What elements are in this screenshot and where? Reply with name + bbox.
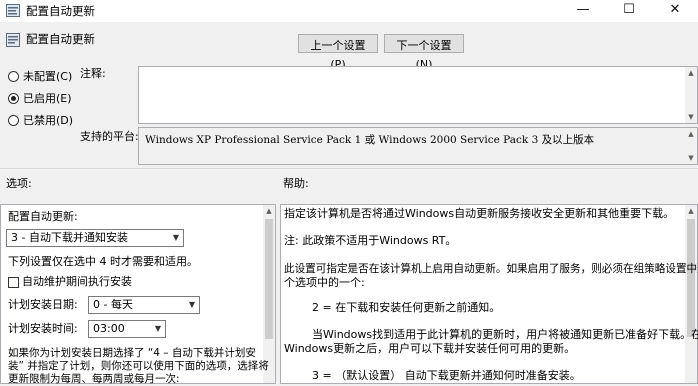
help-line-4: 个选项中的一个:	[284, 276, 365, 289]
previous-setting-button[interactable]: 上一个设置(P)	[298, 34, 378, 71]
help-line-3: 此设置可指定是否在该计算机上启用自动更新。如果启用了服务，则必须在组策略设置中选…	[284, 263, 698, 275]
setting-title: 配置自动更新	[26, 32, 95, 46]
platform-value: Windows XP Professional Service Pack 1 或…	[145, 134, 595, 146]
maintenance-label: 自动维护期间执行安装	[22, 275, 132, 288]
radio-disabled[interactable]: 已禁用(D)	[8, 112, 73, 128]
maximize-button[interactable]: ☐	[606, 0, 652, 22]
scroll-down-icon[interactable]: ▼	[685, 111, 697, 123]
platform-scrollbar[interactable]: ▲ ▼	[685, 128, 697, 164]
help-header: 帮助:	[283, 177, 309, 190]
platform-label: 支持的平台:	[80, 130, 139, 143]
radio-disabled-label: 已禁用(D)	[23, 114, 74, 127]
help-scrollbar[interactable]: ▲	[685, 205, 697, 383]
options-scrollbar[interactable]: ▲	[263, 205, 275, 383]
scroll-down-icon[interactable]: ▼	[685, 152, 697, 164]
chevron-down-icon: ▼	[172, 233, 179, 242]
radio-not-configured-label: 未配置(C)	[23, 70, 73, 83]
scroll-up-icon[interactable]: ▲	[685, 67, 697, 79]
policy-icon	[6, 4, 20, 17]
install-time-label: 计划安装时间:	[8, 322, 78, 335]
next-setting-button[interactable]: 下一个设置(N)	[384, 34, 464, 71]
options-header: 选项:	[6, 177, 32, 190]
options-note: 下列设置仅在选中 4 时才需要和适用。	[8, 255, 198, 268]
configure-updates-value: 3 - 自动下载并通知安装	[11, 231, 128, 244]
radio-not-configured[interactable]: 未配置(C)	[8, 68, 72, 84]
platform-box: Windows XP Professional Service Pack 1 或…	[138, 127, 698, 165]
scroll-up-icon[interactable]: ▲	[263, 205, 275, 217]
chevron-down-icon: ▼	[188, 300, 195, 309]
maintenance-checkbox-row[interactable]: 自动维护期间执行安装	[8, 275, 132, 289]
configure-updates-label: 配置自动更新:	[8, 210, 78, 223]
install-day-dropdown[interactable]: 0 - 每天 ▼	[88, 296, 200, 314]
install-day-label: 计划安装日期:	[8, 298, 78, 311]
install-day-value: 0 - 每天	[93, 298, 133, 311]
help-line-2: 注: 此政策不适用于Windows RT。	[284, 234, 457, 247]
help-pane: ▲	[280, 204, 698, 384]
chevron-down-icon: ▼	[154, 324, 161, 333]
minimize-button[interactable]: —	[560, 0, 606, 22]
window-title: 配置自动更新	[26, 4, 95, 18]
help-line-5: 2 = 在下载和安装任何更新之前通知。	[312, 301, 501, 314]
comment-label: 注释:	[80, 67, 106, 80]
options-footer-line-1: 如果你为计划安装日期选择了 “4 – 自动下载并计划安	[8, 347, 256, 359]
configure-updates-dropdown[interactable]: 3 - 自动下载并通知安装 ▼	[6, 229, 184, 247]
scroll-thumb[interactable]	[687, 219, 695, 337]
radio-circle[interactable]	[8, 114, 19, 126]
close-button[interactable]: ✕	[652, 0, 698, 22]
comment-scrollbar[interactable]: ▲ ▼	[685, 67, 697, 123]
scroll-thumb[interactable]	[265, 219, 273, 339]
options-footer-line-2: 装” 并指定了计划，则你还可以使用下面的选项，选择将	[8, 360, 269, 372]
scroll-up-icon[interactable]: ▲	[685, 128, 697, 140]
radio-enabled-label: 已启用(E)	[23, 92, 72, 105]
help-line-8: 3 = （默认设置） 自动下载更新并通知何时准备安装。	[312, 369, 581, 382]
scroll-up-icon[interactable]: ▲	[685, 205, 697, 217]
help-line-1: 指定该计算机是否将通过Windows自动更新服务接收安全更新和其他重要下载。	[284, 207, 675, 220]
radio-circle[interactable]	[8, 70, 19, 82]
radio-enabled[interactable]: 已启用(E)	[8, 90, 72, 106]
radio-circle-selected[interactable]	[8, 92, 19, 104]
help-line-7: Windows更新之后，用户可以下载并安装任何可用的更新。	[284, 342, 576, 355]
comment-textarea[interactable]: ▲ ▼	[138, 66, 698, 124]
help-line-6: 当Windows找到适用于此计算机的更新时，用户将被通知更新已准备好下载。在进入	[312, 328, 698, 341]
maintenance-checkbox[interactable]	[8, 276, 19, 288]
install-time-dropdown[interactable]: 03:00 ▼	[88, 320, 166, 338]
setting-icon	[6, 33, 20, 47]
install-time-value: 03:00	[93, 322, 125, 335]
divider	[0, 168, 698, 169]
